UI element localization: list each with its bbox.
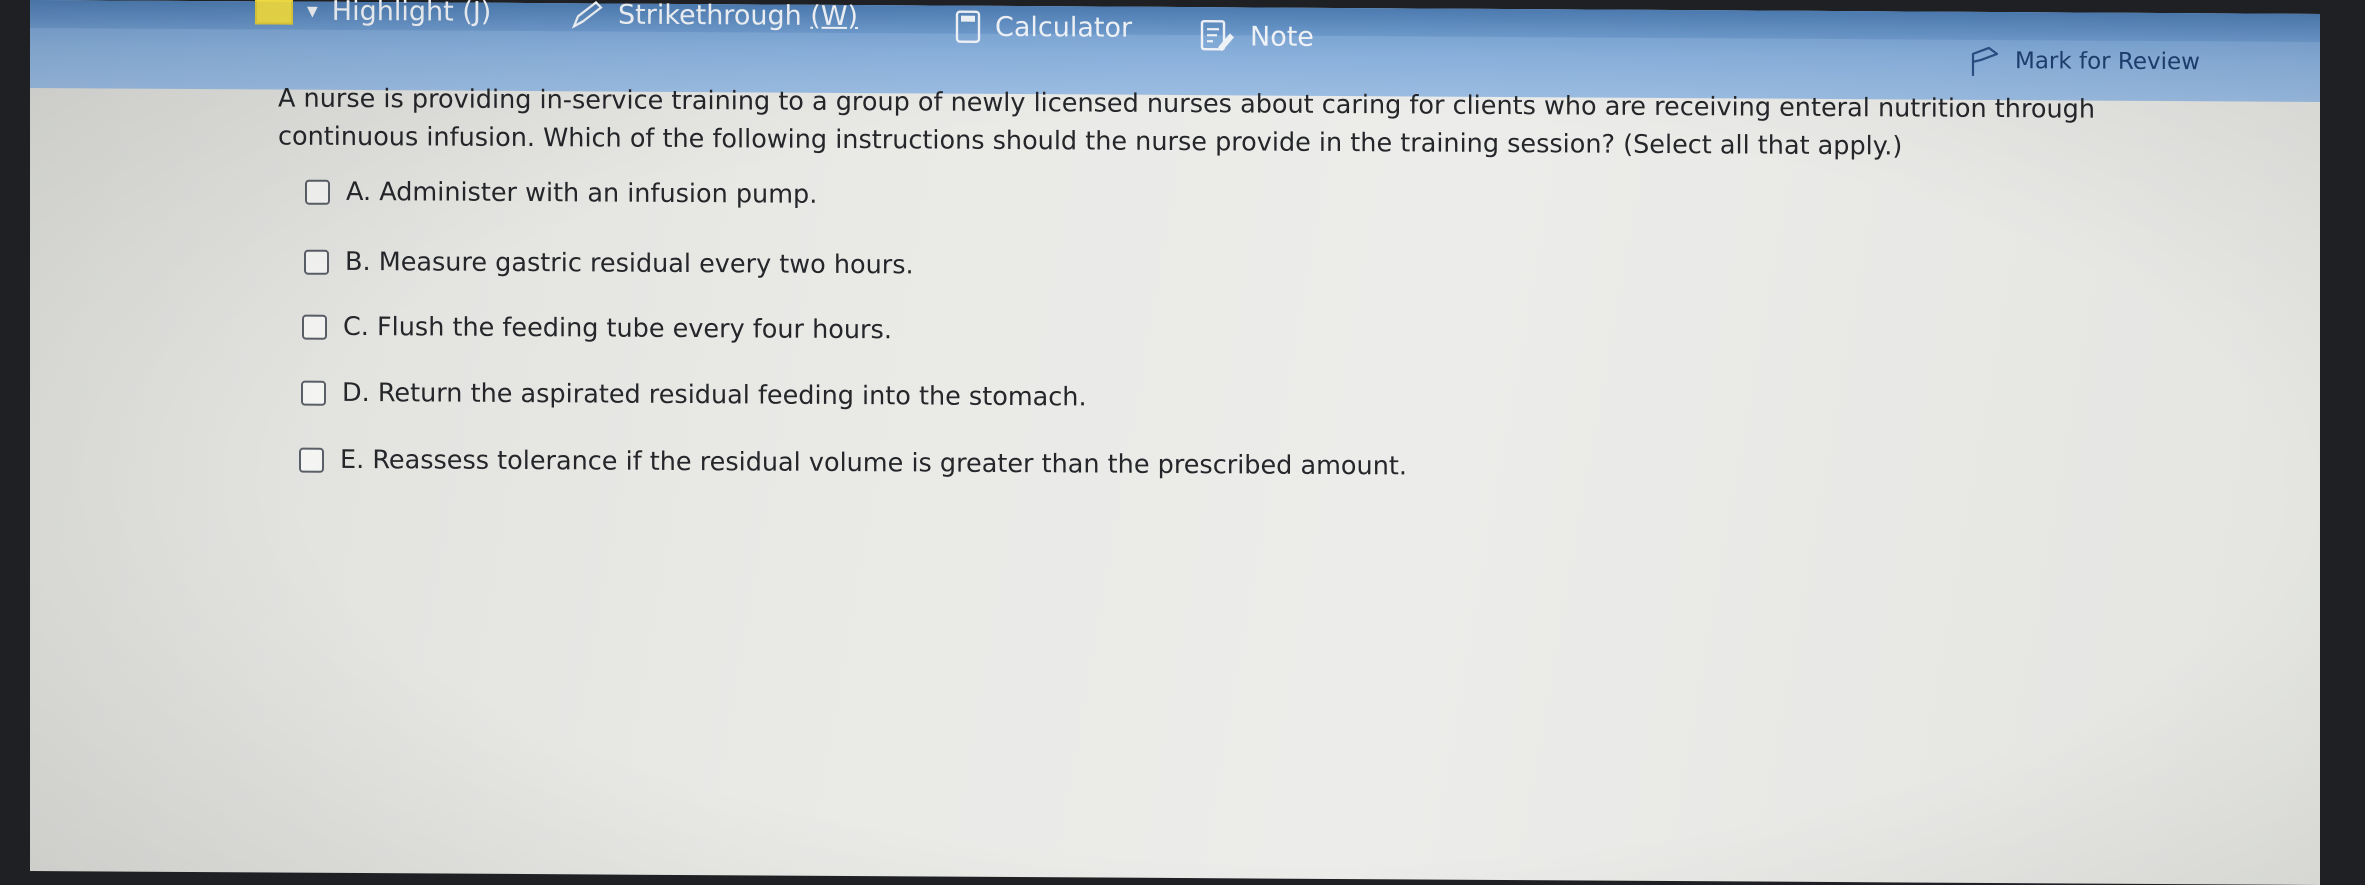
checkbox-a[interactable] <box>305 179 330 205</box>
note-label: Note <box>1250 20 1314 53</box>
calculator-tool[interactable]: Calculator <box>955 10 1132 45</box>
highlight-tool[interactable]: ▼ Highlight (J) <box>255 0 491 28</box>
option-e-label: E. Reassess tolerance if the residual vo… <box>340 444 1407 482</box>
flag-icon <box>1971 46 1999 76</box>
checkbox-e[interactable] <box>299 447 324 473</box>
calculator-icon <box>955 10 981 43</box>
exam-screen: ▼ Highlight (J) Strikethrough (W) Calcul… <box>30 0 2320 885</box>
question-stem: A nurse is providing in-service training… <box>278 83 2095 162</box>
option-e[interactable]: E. Reassess tolerance if the residual vo… <box>299 444 1407 482</box>
checkbox-c[interactable] <box>302 314 327 340</box>
option-d-label: D. Return the aspirated residual feeding… <box>342 377 1087 413</box>
option-c[interactable]: C. Flush the feeding tube every four hou… <box>302 311 892 346</box>
mark-for-review-button[interactable]: Mark for Review <box>1967 44 2200 79</box>
highlighter-icon <box>255 0 293 25</box>
option-a-label: A. Administer with an infusion pump. <box>346 176 818 210</box>
pencil-icon <box>571 0 603 29</box>
highlight-label: Highlight (J) <box>331 0 492 28</box>
mark-for-review-label: Mark for Review <box>2014 48 2200 76</box>
calculator-label: Calculator <box>995 11 1133 44</box>
note-icon <box>1200 19 1234 52</box>
note-tool[interactable]: Note <box>1200 19 1314 54</box>
option-d[interactable]: D. Return the aspirated residual feeding… <box>301 377 1087 413</box>
option-c-label: C. Flush the feeding tube every four hou… <box>343 311 892 346</box>
option-b[interactable]: B. Measure gastric residual every two ho… <box>304 246 914 281</box>
option-a[interactable]: A. Administer with an infusion pump. <box>305 177 817 210</box>
strikethrough-tool[interactable]: Strikethrough (W) <box>570 0 858 32</box>
strikethrough-label: Strikethrough (W) <box>618 0 859 33</box>
checkbox-d[interactable] <box>301 380 326 406</box>
dropdown-arrow-icon: ▼ <box>307 3 318 20</box>
option-b-label: B. Measure gastric residual every two ho… <box>345 246 914 281</box>
checkbox-b[interactable] <box>304 249 329 275</box>
